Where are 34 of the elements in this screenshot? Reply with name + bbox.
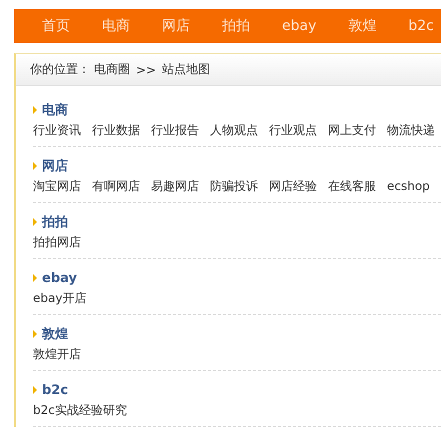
section-title[interactable]: 拍拍	[42, 213, 68, 231]
sitemap-link[interactable]: 在线客服	[328, 178, 376, 194]
sitemap-link[interactable]: 行业观点	[269, 122, 317, 138]
sitemap-link[interactable]: b2c实战经验研究	[33, 402, 127, 418]
sitemap-link[interactable]: 拍拍网店	[33, 234, 81, 250]
breadcrumb-label: 你的位置：	[30, 61, 90, 78]
sitemap-link[interactable]: ebay开店	[33, 290, 86, 306]
triangle-icon	[33, 386, 37, 394]
breadcrumb-link[interactable]: 电商圈	[94, 61, 130, 78]
sitemap-link[interactable]: 易趣网店	[151, 178, 199, 194]
section-title[interactable]: ebay	[42, 270, 77, 286]
sitemap-link[interactable]: 淘宝网店	[33, 178, 81, 194]
breadcrumb-separator: >>	[136, 62, 156, 76]
sitemap-link[interactable]: 人物观点	[210, 122, 258, 138]
sitemap-link[interactable]: 网店经验	[269, 178, 317, 194]
sitemap-link[interactable]: ecshop	[387, 179, 430, 193]
sitemap-link[interactable]: 行业数据	[92, 122, 140, 138]
section-title[interactable]: b2c	[42, 382, 68, 398]
breadcrumb-link[interactable]: 站点地图	[162, 61, 210, 78]
sitemap-link[interactable]: 行业报告	[151, 122, 199, 138]
sitemap-link[interactable]: 防骗投诉	[210, 178, 258, 194]
triangle-icon	[33, 330, 37, 338]
sitemap-link[interactable]: 有啊网店	[92, 178, 140, 194]
sitemap-link[interactable]: 敦煌开店	[33, 346, 81, 362]
triangle-icon	[33, 106, 37, 114]
sitemap-link[interactable]: 网上支付	[328, 122, 376, 138]
section-title[interactable]: 网店	[42, 157, 68, 175]
section-title[interactable]: 敦煌	[42, 325, 68, 343]
triangle-icon	[33, 274, 37, 282]
sitemap-link[interactable]: 行业资讯	[33, 122, 81, 138]
sitemap-link[interactable]: 物流快递	[387, 122, 435, 138]
triangle-icon	[33, 162, 37, 170]
triangle-icon	[33, 218, 37, 226]
section-title[interactable]: 电商	[42, 101, 68, 119]
